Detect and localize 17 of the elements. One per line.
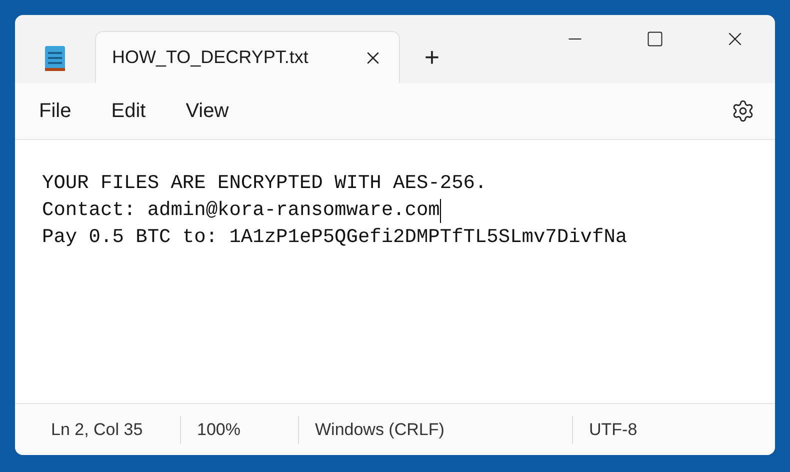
new-tab-button[interactable]: + <box>400 31 464 83</box>
status-text: Windows (CRLF) <box>315 418 444 441</box>
menu-item[interactable]: Edit <box>95 93 162 129</box>
text-line: Pay 0.5 BTC to: 1A1zP1eP5QGefi2DMPTfTL5SLmv7DivfNa <box>42 224 628 250</box>
status-text: Ln 2, Col 35 <box>51 418 143 441</box>
status-text: 100% <box>197 418 240 441</box>
text-line: YOUR FILES ARE ENCRYPTED WITH AES-256. <box>42 170 487 196</box>
menu-item[interactable]: View <box>170 93 245 129</box>
maximize-icon[interactable] <box>646 30 664 48</box>
text-line: Contact: admin@kora-ransomware.com <box>42 198 440 223</box>
settings-icon[interactable] <box>731 99 755 123</box>
tab-title: HOW_TO_DECRYPT.txt <box>112 46 310 69</box>
status-text: UTF-8 <box>589 418 638 441</box>
text-editor[interactable]: YOUR FILES ARE ENCRYPTED WITH AES-256. Contact: admin@kora-ransomware.com Pay 0.5 BTC to: 1A1zP1eP5QGefi2DMPTfTL5SLmv7DivfNa <box>15 140 775 403</box>
menu-item[interactable]: File <box>23 93 88 129</box>
notepad-icon <box>44 44 66 72</box>
file-tab[interactable]: HOW_TO_DECRYPT.txt <box>95 31 400 83</box>
